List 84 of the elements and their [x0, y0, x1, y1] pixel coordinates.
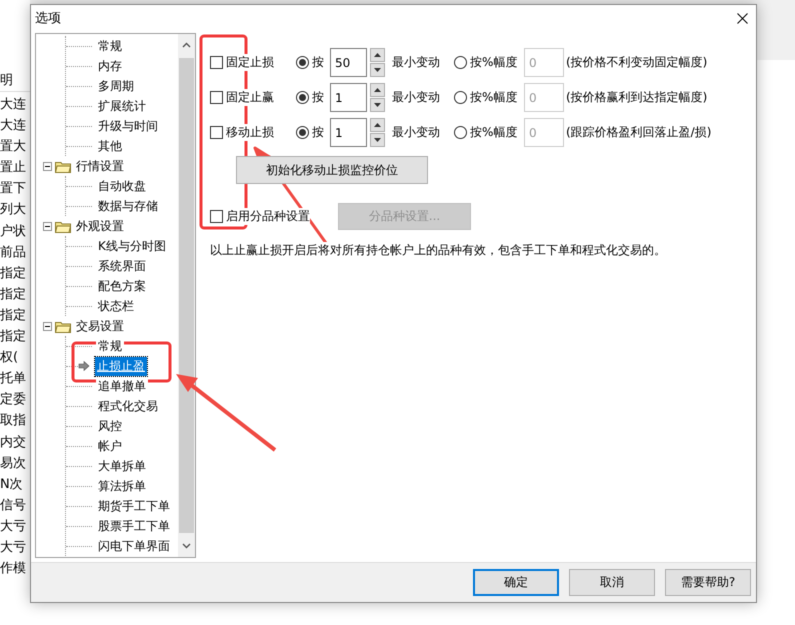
checkbox-label: 启用分品种设置 [226, 208, 310, 224]
tree-group-label[interactable]: 交易设置 [76, 318, 124, 334]
list-row-text: 指定 [0, 286, 27, 304]
radio-label: 按 [312, 89, 324, 106]
checkbox-label: 固定止赢 [226, 89, 274, 106]
list-row-text: 大亏 [0, 538, 27, 557]
list-row-text: 作模 [0, 560, 27, 578]
radio-button[interactable] [454, 126, 467, 139]
collapse-icon[interactable] [43, 222, 52, 230]
list-row-text: N次 [0, 476, 24, 494]
list-row-text: 定委 [0, 391, 27, 410]
rule-note: (按价格不利变动固定幅度) [566, 54, 708, 71]
up-triangle-icon [374, 88, 381, 92]
arrow-icon [78, 361, 90, 371]
list-row-text: 大连 [0, 117, 27, 136]
radio-label: 按 [312, 54, 324, 71]
collapse-icon[interactable] [43, 322, 52, 330]
dialog-button[interactable]: 需要帮助? [665, 569, 751, 596]
list-row-text: 取指 [0, 412, 27, 430]
list-row-text: 易次 [0, 454, 27, 473]
radio-label: 按%幅度 [470, 124, 518, 141]
radio-label: 按%幅度 [470, 54, 518, 71]
checkbox[interactable] [210, 210, 223, 222]
folder-icon [55, 320, 71, 332]
spin-up-button[interactable] [370, 118, 385, 132]
dialog-button[interactable]: 确定 [473, 569, 559, 596]
list-row-text: 置大 [0, 138, 27, 156]
spin-up-button[interactable] [370, 83, 385, 97]
list-row-text: 内交 [0, 434, 27, 452]
spin-down-button[interactable] [370, 63, 385, 77]
dialog-button[interactable]: 取消 [569, 569, 655, 596]
radio-button[interactable] [296, 56, 309, 69]
checkbox[interactable] [210, 126, 223, 139]
scrollbar[interactable] [178, 34, 195, 557]
checkbox[interactable] [210, 91, 223, 104]
unit-label: 最小变动 [392, 124, 441, 141]
radio-button[interactable] [296, 91, 309, 104]
scroll-down-icon[interactable] [182, 543, 191, 549]
number-field[interactable]: 1 [330, 118, 367, 147]
down-triangle-icon [374, 103, 381, 107]
scroll-up-icon[interactable] [182, 42, 191, 48]
number-field[interactable]: 50 [330, 48, 367, 77]
rule-note: (跟踪价格盈利回落止盈/损) [566, 124, 712, 141]
tree-group-label[interactable]: 外观设置 [76, 218, 124, 234]
checkbox[interactable] [210, 56, 223, 69]
list-row-text: 权( [0, 349, 20, 368]
tree-item[interactable]: 止损止盈 [95, 356, 147, 376]
list-row-text: 户状 [0, 222, 27, 241]
up-triangle-icon [374, 123, 381, 127]
list-row-text: 信号 [0, 496, 27, 515]
list-row-text: 列大 [0, 201, 27, 220]
folder-icon [55, 160, 71, 172]
down-triangle-icon [374, 138, 381, 142]
list-row-text: 置止 [0, 159, 27, 178]
list-row-text: 大连 [0, 96, 27, 114]
radio-button[interactable] [454, 56, 467, 69]
folder-icon [55, 220, 71, 232]
radio-button[interactable] [296, 126, 309, 139]
down-triangle-icon [374, 68, 381, 72]
init-trailing-button[interactable]: 初始化移动止损监控价位 [236, 156, 428, 184]
list-row-text: 大亏 [0, 518, 27, 536]
rule-note: (按价格赢利到达指定幅度) [566, 89, 708, 106]
list-row-text: 置下 [0, 180, 27, 198]
list-row-text: 托单 [0, 370, 27, 388]
checkbox-label: 固定止损 [226, 54, 274, 71]
spin-down-button[interactable] [370, 98, 385, 112]
close-icon[interactable] [737, 12, 748, 24]
list-row-text: 指定 [0, 328, 27, 346]
radio-button[interactable] [454, 91, 467, 104]
spin-up-button[interactable] [370, 48, 385, 62]
collapse-icon[interactable] [43, 162, 52, 170]
unit-label: 最小变动 [392, 54, 441, 71]
radio-label: 按 [312, 124, 324, 141]
radio-label: 按%幅度 [470, 89, 518, 106]
tree-group-label[interactable]: 行情设置 [76, 158, 124, 174]
list-row-text: 前品 [0, 244, 27, 262]
list-row-text: 指定 [0, 306, 27, 325]
unit-label: 最小变动 [392, 89, 441, 106]
list-row-text: 指定 [0, 264, 27, 283]
checkbox-label: 移动止损 [226, 124, 274, 141]
spin-down-button[interactable] [370, 133, 385, 147]
up-triangle-icon [374, 53, 381, 57]
window-title: 选项 [35, 10, 61, 27]
number-field[interactable]: 1 [330, 83, 367, 112]
